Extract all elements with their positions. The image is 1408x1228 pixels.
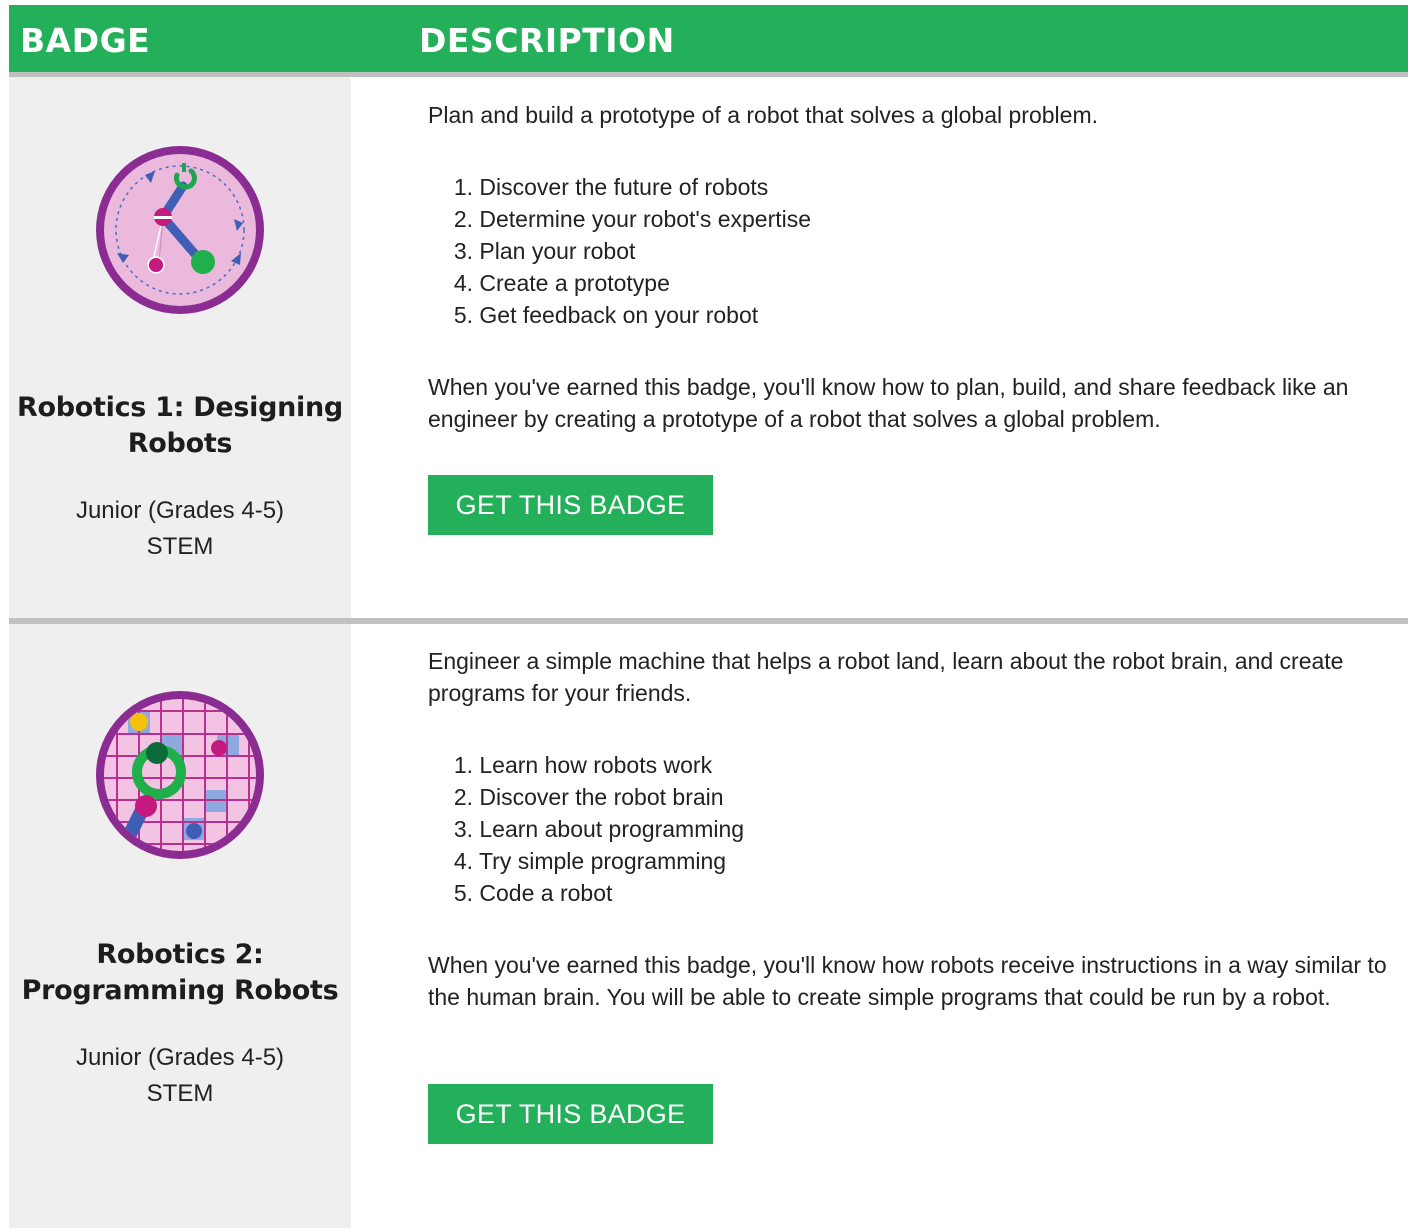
badge-intro: Engineer a simple machine that helps a r… bbox=[428, 648, 1344, 706]
badge-title: Robotics 2: Programming Robots bbox=[9, 937, 351, 1009]
get-this-badge-button[interactable]: GET THIS BADGE bbox=[428, 475, 713, 535]
step-item: 4. Try simple programming bbox=[453, 848, 727, 874]
badge-level: Junior (Grades 4-5) bbox=[75, 1044, 285, 1071]
badge-intro: Plan and build a prototype of a robot th… bbox=[428, 102, 1098, 128]
badge-outcome: When you've earned this badge, you'll kn… bbox=[428, 374, 1349, 432]
step-item: 2. Discover the robot brain bbox=[453, 784, 724, 810]
badge-cell: Robotics 2: Programming Robots Junior (G… bbox=[9, 624, 351, 1228]
step-item: 1. Learn how robots work bbox=[453, 752, 713, 778]
description-cell: Plan and build a prototype of a robot th… bbox=[351, 77, 1408, 618]
badge-category: STEM bbox=[146, 533, 214, 560]
badge-level: Junior (Grades 4-5) bbox=[75, 497, 285, 524]
step-item: 4. Create a prototype bbox=[453, 270, 670, 296]
badge-row: Robotics 2: Programming Robots Junior (G… bbox=[9, 624, 1408, 1228]
step-item: 5. Code a robot bbox=[453, 880, 613, 906]
robot-arm-icon bbox=[91, 141, 269, 319]
badge-title-line: Robotics 1: Designing bbox=[17, 392, 343, 423]
step-item: 3. Learn about programming bbox=[453, 816, 745, 842]
steps-list: 1. Learn how robots work 2. Discover the… bbox=[447, 749, 744, 909]
description-cell: Engineer a simple machine that helps a r… bbox=[351, 624, 1408, 1228]
get-this-badge-button[interactable]: GET THIS BADGE bbox=[428, 1084, 713, 1144]
table-header: BADGE DESCRIPTION bbox=[9, 5, 1408, 77]
badge-title-line: Robots bbox=[127, 428, 233, 459]
step-item: 1. Discover the future of robots bbox=[453, 174, 769, 200]
step-item: 3. Plan your robot bbox=[453, 238, 636, 264]
badge-outcome: When you've earned this badge, you'll kn… bbox=[428, 952, 1387, 1010]
badge-row: Robotics 1: Designing Robots Junior (Gra… bbox=[9, 77, 1408, 618]
header-description-label: DESCRIPTION bbox=[419, 21, 675, 60]
steps-list: 1. Discover the future of robots 2. Dete… bbox=[447, 171, 811, 331]
step-item: 2. Determine your robot's expertise bbox=[453, 206, 812, 232]
badge-cell: Robotics 1: Designing Robots Junior (Gra… bbox=[9, 77, 351, 618]
robot-grid-icon bbox=[91, 686, 269, 864]
badge-title: Robotics 1: Designing Robots bbox=[9, 390, 351, 462]
badge-title-line: Robotics 2: bbox=[96, 939, 264, 970]
badge-title-line: Programming Robots bbox=[21, 975, 339, 1006]
badge-category: STEM bbox=[146, 1080, 214, 1107]
step-item: 5. Get feedback on your robot bbox=[453, 302, 759, 328]
header-badge-label: BADGE bbox=[20, 21, 151, 60]
